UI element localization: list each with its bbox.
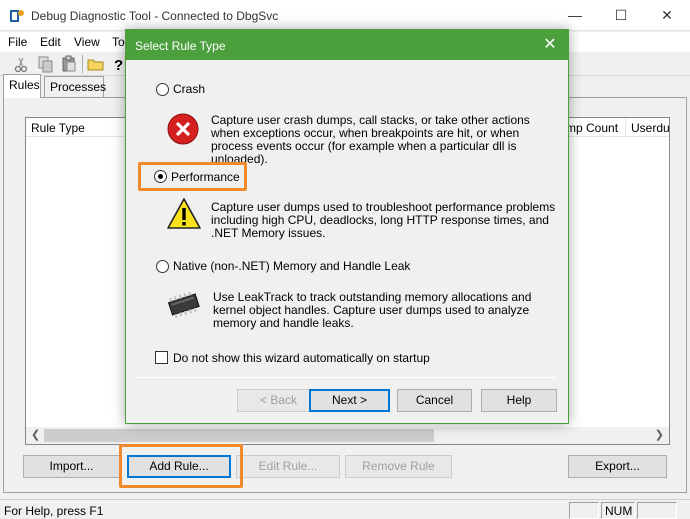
svg-text:?: ? [114,57,123,73]
status-cell-scrl [637,502,677,519]
menu-tools[interactable]: To [112,35,125,49]
toolbar-separator [82,55,83,73]
status-num: NUM [601,502,635,519]
performance-description: Capture user dumps used to troubleshoot … [211,200,556,240]
menu-view[interactable]: View [74,35,100,49]
memory-leak-label[interactable]: Native (non-.NET) Memory and Handle Leak [173,259,410,273]
scroll-left-icon[interactable]: ❮ [31,428,40,441]
export-button[interactable]: Export... [568,455,667,478]
crash-label[interactable]: Crash [173,82,205,96]
no-wizard-checkbox[interactable] [155,351,168,364]
title-bar[interactable]: Debug Diagnostic Tool - Connected to Dbg… [0,0,690,31]
copy-icon[interactable] [36,55,54,73]
memory-leak-description: Use LeakTrack to track outstanding memor… [213,290,532,330]
column-userdump[interactable]: Userdu [626,118,669,137]
crash-description: Capture user crash dumps, call stacks, o… [211,113,530,166]
no-wizard-label[interactable]: Do not show this wizard automatically on… [173,351,430,365]
next-button[interactable]: Next > [309,389,390,412]
edit-rule-button[interactable]: Edit Rule... [236,455,340,478]
dialog-title-bar[interactable]: Select Rule Type ✕ [126,30,568,60]
scroll-thumb[interactable] [44,429,434,442]
dialog-separator [136,377,556,378]
tab-rules[interactable]: Rules [3,74,41,98]
folder-icon[interactable] [87,55,105,73]
status-cell-empty [569,502,599,519]
column-rule-type[interactable]: Rule Type [26,118,126,137]
column-dump-count[interactable]: mp Count [561,118,626,137]
menu-file[interactable]: File [8,35,27,49]
import-button[interactable]: Import... [23,455,120,478]
performance-highlight [138,162,247,191]
horizontal-scrollbar[interactable]: ❮ ❯ [26,427,669,444]
close-button[interactable]: ✕ [644,0,690,30]
add-rule-highlight [119,444,243,488]
app-icon [10,10,24,22]
help-button[interactable]: Help [481,389,557,412]
warning-icon [167,198,201,229]
memory-leak-radio[interactable] [156,260,169,273]
memory-chip-icon [167,291,200,319]
cancel-button[interactable]: Cancel [397,389,472,412]
menu-edit[interactable]: Edit [40,35,61,49]
crash-radio[interactable] [156,83,169,96]
minimize-button[interactable]: — [552,0,598,30]
window-title: Debug Diagnostic Tool - Connected to Dbg… [31,9,279,23]
cut-icon[interactable] [12,55,30,73]
paste-icon[interactable] [60,55,78,73]
back-button[interactable]: < Back [237,389,320,412]
dialog-title: Select Rule Type [135,39,226,53]
dialog-close-button[interactable]: ✕ [532,30,568,60]
select-rule-type-dialog: Select Rule Type ✕ Crash Capture user cr… [125,29,569,424]
status-text: For Help, press F1 [4,504,104,518]
scroll-right-icon[interactable]: ❯ [655,428,664,441]
error-icon [167,113,199,145]
maximize-button[interactable]: ☐ [598,0,644,30]
status-bar: For Help, press F1 NUM [0,499,690,519]
tab-processes[interactable]: Processes [44,76,106,97]
remove-rule-button[interactable]: Remove Rule [345,455,452,478]
